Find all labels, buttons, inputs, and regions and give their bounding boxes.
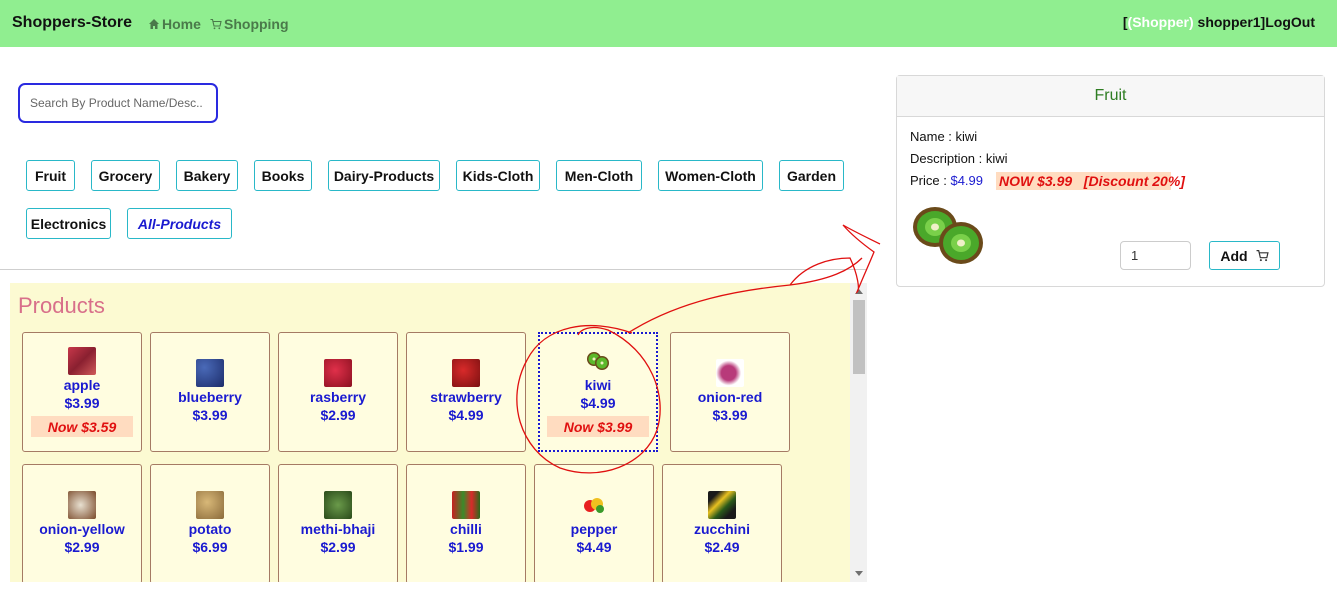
product-price: $6.99 <box>192 539 228 555</box>
product-name: methi-bhaji <box>300 521 376 537</box>
user-info: [(Shopper) shopper1]LogOut <box>1123 14 1315 30</box>
strawberry-image <box>452 359 480 387</box>
product-name: blueberry <box>178 389 242 405</box>
category-kids-cloth[interactable]: Kids-Cloth <box>456 160 540 191</box>
chilli-image <box>452 491 480 519</box>
product-card-potato[interactable]: potato $6.99 <box>150 464 270 582</box>
pepper-image <box>584 498 604 513</box>
product-price: $2.99 <box>320 539 356 555</box>
product-card-zucchini[interactable]: zucchini $2.49 <box>662 464 782 582</box>
product-name: kiwi <box>584 377 612 393</box>
product-name: potato <box>188 521 232 537</box>
category-grocery[interactable]: Grocery <box>91 160 160 191</box>
product-price: $4.49 <box>576 539 612 555</box>
detail-name-label: Name : <box>910 129 956 144</box>
rasberry-image <box>324 359 352 387</box>
product-name: chilli <box>450 521 482 537</box>
product-price: $2.99 <box>64 539 100 555</box>
nav-home-label: Home <box>162 16 201 32</box>
product-price: $3.99 <box>192 407 228 423</box>
product-price: $4.99 <box>580 395 616 411</box>
cart-icon <box>1256 250 1269 262</box>
detail-description-label: Description : <box>910 151 986 166</box>
detail-name-value: kiwi <box>955 129 978 144</box>
brand-title[interactable]: Shoppers-Store <box>12 14 132 32</box>
product-card-strawberry[interactable]: strawberry $4.99 <box>406 332 526 452</box>
product-detail-panel: Fruit Name : kiwi Description : kiwi Pri… <box>896 75 1325 287</box>
nav-shopping-link[interactable]: Shopping <box>210 16 289 32</box>
product-price: $2.49 <box>704 539 740 555</box>
quantity-input[interactable] <box>1120 241 1191 270</box>
detail-price-row: Price : $4.99 <box>910 173 983 188</box>
product-card-apple[interactable]: apple $3.99 Now $3.59 <box>22 332 142 452</box>
detail-price-label: Price : <box>910 173 951 188</box>
product-card-onion-yellow[interactable]: onion-yellow $2.99 <box>22 464 142 582</box>
apple-image <box>68 347 96 375</box>
detail-category-title: Fruit <box>897 76 1324 117</box>
product-name: onion-red <box>697 389 763 405</box>
methi-bhaji-image <box>324 491 352 519</box>
product-card-rasberry[interactable]: rasberry $2.99 <box>278 332 398 452</box>
kiwi-large-image <box>913 207 983 264</box>
category-dairy-products[interactable]: Dairy-Products <box>328 160 440 191</box>
category-bakery[interactable]: Bakery <box>176 160 238 191</box>
product-name: onion-yellow <box>39 521 125 537</box>
product-name: strawberry <box>430 389 502 405</box>
home-icon <box>149 19 159 29</box>
scroll-up-icon[interactable] <box>855 289 863 294</box>
product-price: $3.99 <box>64 395 100 411</box>
blueberry-image <box>196 359 224 387</box>
product-name: apple <box>63 377 101 393</box>
category-all-products[interactable]: All-Products <box>127 208 232 239</box>
nav-home-link[interactable]: Home <box>148 16 201 32</box>
category-electronics[interactable]: Electronics <box>26 208 111 239</box>
detail-description-row: Description : kiwi <box>910 151 1008 166</box>
product-price: $4.99 <box>448 407 484 423</box>
product-price: $2.99 <box>320 407 356 423</box>
divider <box>0 269 867 270</box>
add-to-cart-button[interactable]: Add <box>1209 241 1280 270</box>
add-button-label: Add <box>1220 247 1248 264</box>
scroll-down-icon[interactable] <box>855 571 863 576</box>
kiwi-image <box>587 352 609 370</box>
products-panel: Products apple $3.99 Now $3.59 blueberry… <box>10 283 867 582</box>
product-discount: Now $3.59 <box>31 416 133 437</box>
product-card-onion-red[interactable]: onion-red $3.99 <box>670 332 790 452</box>
user-name: shopper1] <box>1193 14 1266 30</box>
detail-discount-badge: NOW $3.99 [Discount 20%] <box>996 172 1185 190</box>
category-books[interactable]: Books <box>254 160 312 191</box>
product-card-chilli[interactable]: chilli $1.99 <box>406 464 526 582</box>
navbar: Shoppers-Store Home Shopping [(Shopper) … <box>0 0 1337 47</box>
potato-image <box>196 491 224 519</box>
product-name: zucchini <box>693 521 750 537</box>
detail-description-value: kiwi <box>985 151 1008 166</box>
detail-name-row: Name : kiwi <box>910 129 977 144</box>
nav-shopping-label: Shopping <box>224 16 289 32</box>
category-women-cloth[interactable]: Women-Cloth <box>658 160 763 191</box>
products-title: Products <box>18 293 105 318</box>
product-price: $1.99 <box>448 539 484 555</box>
logout-link[interactable]: LogOut <box>1265 14 1315 30</box>
products-scrollbar[interactable] <box>850 283 867 582</box>
search-input[interactable] <box>18 83 218 123</box>
onion-red-image <box>716 359 744 387</box>
category-garden[interactable]: Garden <box>779 160 844 191</box>
product-card-pepper[interactable]: pepper $4.49 <box>534 464 654 582</box>
product-discount: Now $3.99 <box>547 416 649 437</box>
product-card-blueberry[interactable]: blueberry $3.99 <box>150 332 270 452</box>
product-card-kiwi[interactable]: kiwi $4.99 Now $3.99 <box>538 332 658 452</box>
product-name: rasberry <box>309 389 367 405</box>
category-men-cloth[interactable]: Men-Cloth <box>556 160 642 191</box>
onion-yellow-image <box>68 491 96 519</box>
product-card-methi-bhaji[interactable]: methi-bhaji $2.99 <box>278 464 398 582</box>
detail-price-value: $4.99 <box>950 173 984 188</box>
cart-icon <box>210 18 222 30</box>
zucchini-image <box>708 491 736 519</box>
product-price: $3.99 <box>712 407 748 423</box>
product-name: pepper <box>570 521 618 537</box>
user-role: (Shopper) <box>1127 14 1194 30</box>
scroll-thumb[interactable] <box>853 300 865 374</box>
category-fruit[interactable]: Fruit <box>26 160 75 191</box>
